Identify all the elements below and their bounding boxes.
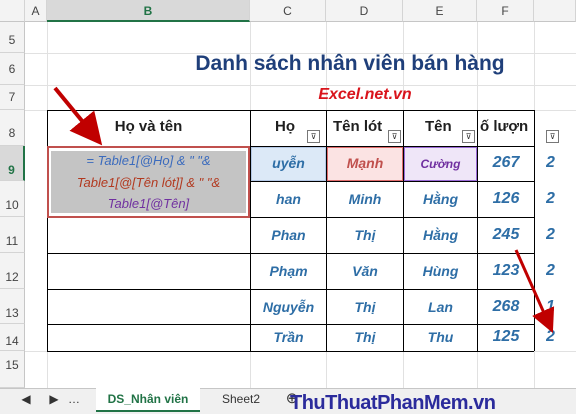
tab-more-icon[interactable]: … [68, 388, 80, 410]
tab-scroll-left-icon[interactable]: ◀ [18, 388, 34, 410]
tab-scroll-right-icon[interactable]: ▶ [46, 388, 62, 410]
sheet-tab-active[interactable]: DS_Nhân viên [96, 388, 200, 412]
arrow-to-formula [53, 86, 103, 146]
sheet-tab-sheet2[interactable]: Sheet2 [210, 388, 272, 410]
arrow-to-table [514, 249, 555, 333]
annotation-arrows [53, 86, 555, 333]
watermark: ThuThuatPhanMem.vn [290, 392, 496, 414]
